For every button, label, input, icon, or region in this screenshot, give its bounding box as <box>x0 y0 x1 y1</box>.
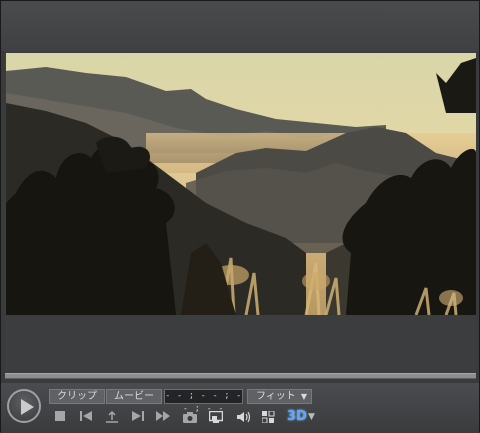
player-window: クリップ ムービー - - ; - - ; - - ; - - フィット ▼ 3… <box>0 0 480 433</box>
external-display-icon[interactable] <box>208 411 224 425</box>
3d-options-chevron-icon[interactable]: ▼ <box>308 412 315 422</box>
play-button[interactable] <box>7 389 41 423</box>
settings-icon[interactable] <box>261 411 277 425</box>
control-panel: クリップ ムービー - - ; - - ; - - ; - - フィット ▼ 3… <box>1 383 479 433</box>
fit-dropdown[interactable]: フィット ▼ <box>247 389 312 404</box>
snapshot-camera-icon[interactable] <box>182 411 198 425</box>
title-area <box>1 1 479 51</box>
3d-mode-icon[interactable]: 3D <box>287 409 307 424</box>
previous-frame-icon[interactable] <box>78 411 94 425</box>
fast-forward-icon[interactable] <box>155 411 171 425</box>
volume-icon[interactable] <box>236 411 252 425</box>
chevron-down-icon: ▼ <box>300 392 307 401</box>
seek-bar[interactable] <box>5 373 476 379</box>
timecode-display: - - ; - - ; - - ; - - <box>164 389 243 414</box>
next-frame-icon[interactable] <box>130 411 146 425</box>
fit-label: フィット <box>256 391 296 402</box>
video-frame[interactable] <box>6 53 476 315</box>
step-back-icon[interactable] <box>104 411 120 425</box>
tab-movie[interactable]: ムービー <box>106 389 162 404</box>
landscape-image <box>6 53 476 315</box>
video-viewer[interactable] <box>5 51 476 371</box>
stop-icon[interactable] <box>52 411 68 425</box>
tab-clip[interactable]: クリップ <box>49 389 105 404</box>
